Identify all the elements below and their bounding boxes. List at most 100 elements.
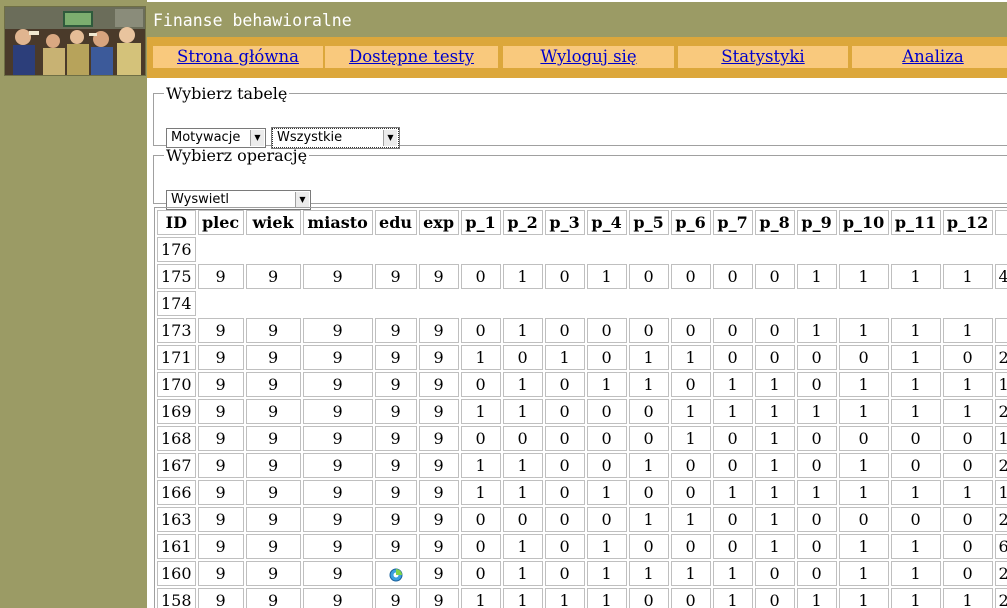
table-cell: 0	[628, 534, 669, 559]
table-cell: 1	[670, 399, 711, 424]
table-cell: 9.5657	[994, 318, 1007, 343]
table-cell: 0	[942, 561, 993, 586]
empty-cell	[587, 291, 627, 316]
empty-cell	[419, 237, 459, 262]
column-header: data	[994, 210, 1007, 235]
table-cell: 9	[302, 426, 373, 451]
table-cell: 9	[197, 480, 244, 505]
empty-cell	[797, 291, 837, 316]
column-header: p_11	[890, 210, 941, 235]
table-cell: 0	[712, 264, 753, 289]
header-bar: Finanse behawioralne	[147, 2, 1007, 37]
table-cell: 9	[197, 426, 244, 451]
table-cell: 9	[418, 507, 459, 532]
table-cell: 0	[796, 507, 837, 532]
filter-select[interactable]: Wszystkie ▼	[271, 127, 400, 149]
empty-cell	[545, 291, 585, 316]
table-picker-legend: Wybierz tabelę	[166, 84, 288, 103]
table-cell: 1	[460, 345, 501, 370]
table-cell: 9	[374, 453, 417, 478]
table-cell: 9	[418, 318, 459, 343]
empty-cell	[671, 291, 711, 316]
chevron-down-icon: ▼	[250, 130, 264, 146]
table-cell: 0	[586, 345, 627, 370]
table-cell: 9	[374, 507, 417, 532]
table-cell: 9	[302, 480, 373, 505]
table-cell: 9	[418, 453, 459, 478]
table-cell: 9	[374, 480, 417, 505]
operation-picker-legend: Wybierz operację	[166, 146, 308, 165]
table-cell: 173	[157, 318, 196, 343]
empty-cell	[995, 237, 1007, 262]
nav-link-analysis[interactable]: Analiza	[852, 46, 1007, 68]
nav-link-available-tests[interactable]: Dostępne testy	[325, 46, 498, 68]
nav-link-statistics[interactable]: Statystyki	[678, 46, 848, 68]
table-cell: 13.6731	[994, 480, 1007, 505]
column-header: p_3	[544, 210, 585, 235]
table-cell: 1	[754, 534, 795, 559]
operation-select-value: Wyswietl	[171, 192, 230, 207]
table-cell: 1	[838, 561, 889, 586]
table-cell: 0	[754, 345, 795, 370]
table-cell: 9	[197, 588, 244, 608]
table-cell: 1	[628, 507, 669, 532]
table-cell: 9	[197, 264, 244, 289]
table-cell: 1	[796, 588, 837, 608]
table-select[interactable]: Motywacje ▼	[166, 128, 266, 148]
table-cell: 0	[544, 453, 585, 478]
table-cell: 9	[302, 318, 373, 343]
table-row: 1679999911001001010022.3407	[157, 453, 1007, 478]
table-cell: 0	[460, 561, 501, 586]
table-cell: 1	[502, 561, 543, 586]
table-cell: 1	[838, 372, 889, 397]
empty-cell	[995, 291, 1007, 316]
table-cell: 1	[890, 372, 941, 397]
table-cell: 175	[157, 264, 196, 289]
empty-cell	[713, 291, 753, 316]
table-cell: 1	[502, 588, 543, 608]
table-cell: 9	[418, 480, 459, 505]
nav-link-home[interactable]: Strona główna	[153, 46, 323, 68]
empty-cell	[839, 291, 889, 316]
table-cell: 0	[586, 426, 627, 451]
table-cell: 9	[197, 453, 244, 478]
table-cell: 9	[418, 561, 459, 586]
table-row: 1689999900000101000018.8151	[157, 426, 1007, 451]
empty-cell	[755, 237, 795, 262]
table-cell: 9	[418, 264, 459, 289]
empty-cell	[891, 237, 941, 262]
table-cell: 1	[796, 399, 837, 424]
table-cell: 9	[302, 345, 373, 370]
table-cell: 21.0528	[994, 507, 1007, 532]
table-row: 1669999911010011111113.6731	[157, 480, 1007, 505]
column-header: ID	[157, 210, 196, 235]
column-header: p_4	[586, 210, 627, 235]
table-cell: 9	[197, 534, 244, 559]
table-cell: 22.3407	[994, 453, 1007, 478]
table-cell: 1	[838, 399, 889, 424]
table-cell: 9	[197, 561, 244, 586]
table-row: 173999990100000011119.5657	[157, 318, 1007, 343]
app-title: Finanse behawioralne	[153, 11, 352, 30]
table-cell: 0	[544, 426, 585, 451]
table-cell	[374, 561, 417, 586]
empty-cell	[503, 237, 543, 262]
table-cell: 9	[245, 453, 301, 478]
empty-cell	[246, 237, 301, 262]
table-cell: 0	[460, 426, 501, 451]
table-cell: 161	[157, 534, 196, 559]
table-cell: 0	[628, 318, 669, 343]
table-cell: 9	[245, 561, 301, 586]
table-cell: 9	[418, 426, 459, 451]
table-cell: 9	[197, 318, 244, 343]
table-cell: 0	[586, 399, 627, 424]
nav-link-logout[interactable]: Wyloguj się	[503, 46, 674, 68]
table-cell: 166	[157, 480, 196, 505]
table-cell: 9	[374, 426, 417, 451]
table-cell: 176	[157, 237, 196, 262]
empty-cell	[713, 237, 753, 262]
results-table-container: ID plec wiek miasto edu exp p_1 p_2 p_3 p_4 p_5 p_6…	[154, 207, 1007, 608]
table-row: 1589999911110010111129.1008	[157, 588, 1007, 608]
table-cell: 9	[197, 372, 244, 397]
table-cell: 0	[796, 372, 837, 397]
